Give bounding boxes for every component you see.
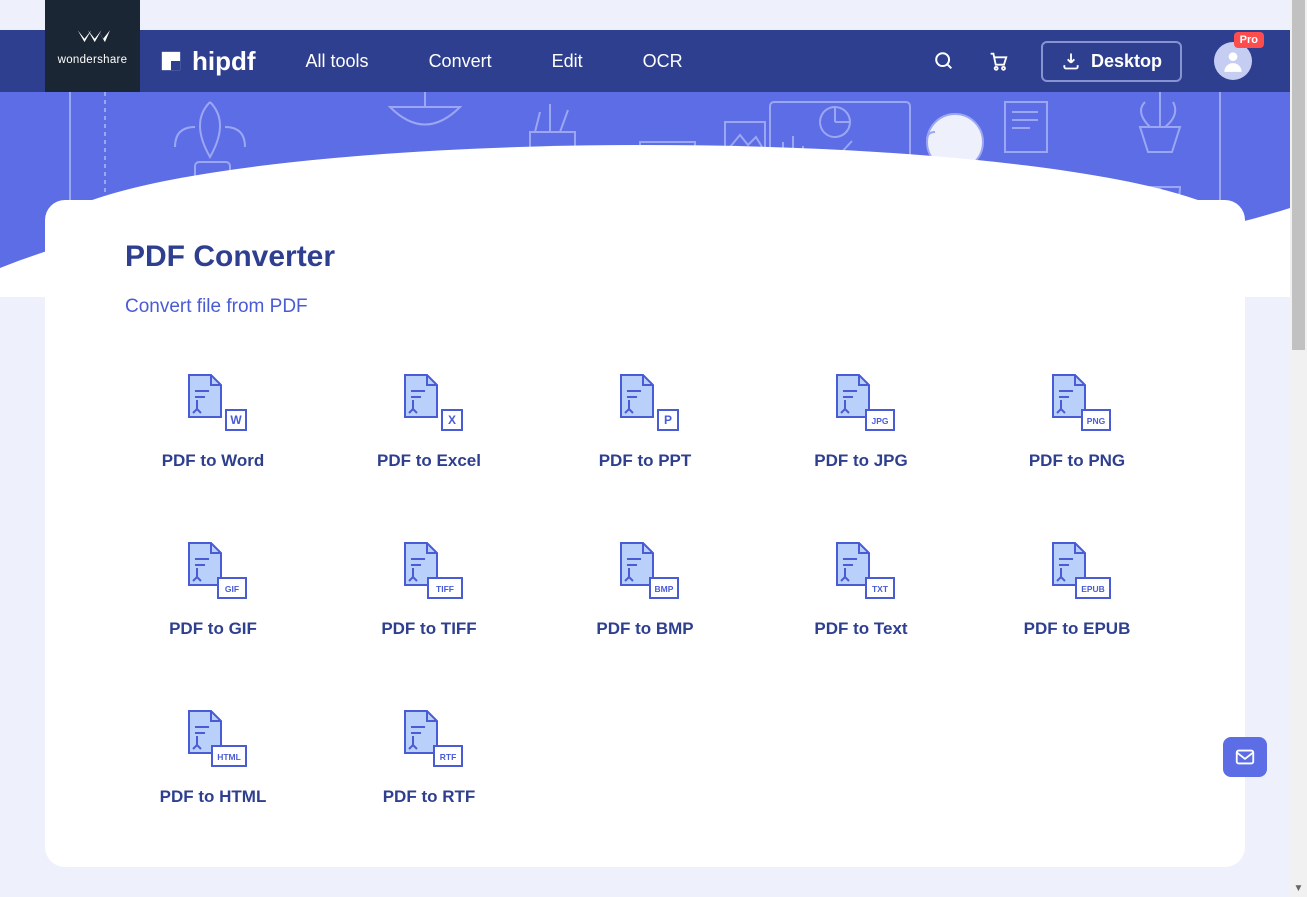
tool-pdf-to-gif[interactable]: GIF PDF to GIF <box>125 541 301 639</box>
desktop-button-label: Desktop <box>1091 51 1162 72</box>
nav-all-tools[interactable]: All tools <box>306 51 369 72</box>
svg-text:HTML: HTML <box>217 752 241 762</box>
tool-label: PDF to TIFF <box>381 619 476 639</box>
user-account-button[interactable]: Pro <box>1214 42 1252 80</box>
svg-text:JPG: JPG <box>871 416 888 426</box>
tool-icon-pdf-to-tiff: TIFF <box>399 541 459 597</box>
tool-icon-pdf-to-rtf: RTF <box>399 709 459 765</box>
tool-pdf-to-tiff[interactable]: TIFF PDF to TIFF <box>341 541 517 639</box>
tool-pdf-to-html[interactable]: HTML PDF to HTML <box>125 709 301 807</box>
page-title: PDF Converter <box>125 240 1165 274</box>
svg-text:BMP: BMP <box>655 584 674 594</box>
tool-label: PDF to RTF <box>383 787 476 807</box>
nav-convert[interactable]: Convert <box>429 51 492 72</box>
tool-pdf-to-png[interactable]: PNG PDF to PNG <box>989 373 1165 471</box>
search-icon <box>933 50 955 72</box>
svg-text:TXT: TXT <box>872 584 889 594</box>
tool-icon-pdf-to-epub: EPUB <box>1047 541 1107 597</box>
tool-label: PDF to JPG <box>814 451 908 471</box>
tool-icon-pdf-to-html: HTML <box>183 709 243 765</box>
svg-text:P: P <box>664 413 672 427</box>
svg-text:RTF: RTF <box>440 752 457 762</box>
tool-grid: W PDF to Word X PDF to Excel P PDF to PP… <box>125 373 1165 807</box>
wondershare-logo-icon <box>76 26 110 48</box>
svg-text:EPUB: EPUB <box>1081 584 1105 594</box>
tool-label: PDF to Excel <box>377 451 481 471</box>
scroll-down-arrow-icon[interactable]: ▼ <box>1290 880 1307 897</box>
svg-text:TIFF: TIFF <box>436 584 454 594</box>
tool-label: PDF to BMP <box>596 619 693 639</box>
tool-pdf-to-rtf[interactable]: RTF PDF to RTF <box>341 709 517 807</box>
cart-button[interactable] <box>987 50 1009 72</box>
tool-label: PDF to GIF <box>169 619 257 639</box>
tool-icon-pdf-to-excel: X <box>399 373 459 429</box>
tool-icon-pdf-to-gif: GIF <box>183 541 243 597</box>
wondershare-brand-badge[interactable]: wondershare <box>45 0 140 92</box>
tool-label: PDF to EPUB <box>1024 619 1131 639</box>
tool-pdf-to-word[interactable]: W PDF to Word <box>125 373 301 471</box>
pro-badge: Pro <box>1234 32 1264 48</box>
nav-ocr[interactable]: OCR <box>643 51 683 72</box>
converter-card: PDF Converter Convert file from PDF W PD… <box>45 200 1245 867</box>
download-icon <box>1061 51 1081 71</box>
cart-icon <box>987 50 1009 72</box>
main-nav: All tools Convert Edit OCR <box>306 51 683 72</box>
tool-pdf-to-epub[interactable]: EPUB PDF to EPUB <box>989 541 1165 639</box>
tool-pdf-to-text[interactable]: TXT PDF to Text <box>773 541 949 639</box>
page-subtitle: Convert file from PDF <box>125 296 1165 318</box>
tool-pdf-to-ppt[interactable]: P PDF to PPT <box>557 373 733 471</box>
hipdf-logo[interactable]: hipdf <box>160 46 256 77</box>
mail-icon <box>1234 746 1256 768</box>
tool-label: PDF to PNG <box>1029 451 1125 471</box>
nav-edit[interactable]: Edit <box>552 51 583 72</box>
vertical-scrollbar[interactable]: ▲ ▼ <box>1290 0 1307 897</box>
tool-pdf-to-excel[interactable]: X PDF to Excel <box>341 373 517 471</box>
tool-label: PDF to Text <box>814 619 907 639</box>
tool-icon-pdf-to-bmp: BMP <box>615 541 675 597</box>
avatar-icon <box>1220 48 1246 74</box>
svg-text:X: X <box>448 413 456 427</box>
wondershare-brand-text: wondershare <box>58 54 128 66</box>
tool-label: PDF to HTML <box>160 787 267 807</box>
search-button[interactable] <box>933 50 955 72</box>
desktop-button[interactable]: Desktop <box>1041 41 1182 82</box>
tool-icon-pdf-to-ppt: P <box>615 373 675 429</box>
tool-label: PDF to PPT <box>599 451 692 471</box>
tool-pdf-to-jpg[interactable]: JPG PDF to JPG <box>773 373 949 471</box>
tool-pdf-to-bmp[interactable]: BMP PDF to BMP <box>557 541 733 639</box>
hipdf-logo-icon <box>160 50 182 72</box>
tool-icon-pdf-to-jpg: JPG <box>831 373 891 429</box>
svg-text:PNG: PNG <box>1087 416 1106 426</box>
tool-label: PDF to Word <box>162 451 265 471</box>
main-header: hipdf All tools Convert Edit OCR Desktop… <box>0 30 1290 92</box>
scroll-thumb[interactable] <box>1292 0 1305 350</box>
hipdf-logo-text: hipdf <box>192 46 256 77</box>
header-right: Desktop Pro <box>933 41 1290 82</box>
feedback-mail-button[interactable] <box>1223 737 1267 777</box>
svg-text:GIF: GIF <box>225 584 239 594</box>
tool-icon-pdf-to-png: PNG <box>1047 373 1107 429</box>
tool-icon-pdf-to-word: W <box>183 373 243 429</box>
svg-text:W: W <box>230 413 242 427</box>
tool-icon-pdf-to-text: TXT <box>831 541 891 597</box>
